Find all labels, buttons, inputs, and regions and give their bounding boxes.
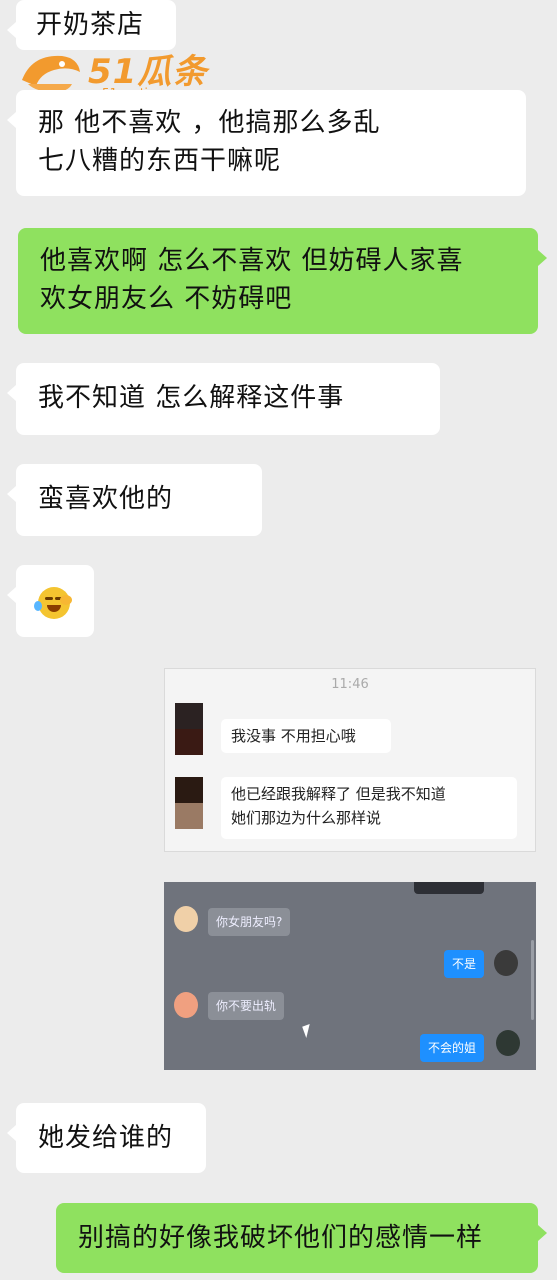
avatar: [175, 703, 203, 755]
avatar: [174, 906, 198, 932]
message-text: 开奶茶店: [36, 10, 145, 40]
status-bar: [414, 882, 484, 894]
message-bubble-3[interactable]: 他喜欢啊 怎么不喜欢 但妨碍人家喜 欢女朋友么 不妨碍吧: [18, 228, 547, 334]
mouse-cursor-icon: [302, 1023, 314, 1039]
message-text-line-2: 欢女朋友么 不妨碍吧: [40, 284, 293, 314]
screenshot-image-chat-2[interactable]: 你女朋友吗? 你不要出轨 不是 不会的姐: [164, 882, 536, 1070]
message-text: 我不知道 怎么解释这件事: [38, 383, 345, 413]
message-bubble-7[interactable]: 她发给谁的: [7, 1103, 206, 1173]
message-bubble-1[interactable]: 开奶茶店: [7, 0, 176, 50]
message-bubble-8[interactable]: 别搞的好像我破坏他们的感情一样: [56, 1203, 547, 1273]
avatar: [496, 1030, 520, 1056]
message-text-line-1: 他喜欢啊 怎么不喜欢 但妨碍人家喜: [40, 246, 464, 276]
message-text: 别搞的好像我破坏他们的感情一样: [78, 1223, 484, 1253]
mini-bubble-2: 他已经跟我解释了 但是我不知道 她们那边为什么那样说: [221, 777, 517, 839]
message-text-line-1: 那 他不喜欢 ，他搞那么多乱: [38, 108, 381, 138]
mini-bubble-1: 我没事 不用担心哦: [221, 719, 391, 753]
scrollbar: [531, 940, 534, 1020]
watermark-icon: [22, 55, 80, 92]
dark-bubble-left-2: 你不要出轨: [208, 992, 285, 1020]
avatar: [174, 992, 198, 1018]
avatar: [494, 950, 518, 976]
screenshot-image-chat-1[interactable]: 11:46 我没事 不用担心哦 他已经跟我解释了 但是我不知道 她们那边为什么那…: [164, 668, 536, 852]
message-text-line-2: 七八糟的东西干嘛呢: [38, 146, 282, 176]
message-text: 她发给谁的: [38, 1123, 174, 1153]
dark-bubble-left-1: 你女朋友吗?: [208, 908, 291, 936]
message-text: 蛮喜欢他的: [38, 484, 174, 514]
message-timestamp: 11:46: [331, 677, 369, 692]
message-bubble-4[interactable]: 我不知道 怎么解释这件事: [7, 363, 440, 435]
facepalm-laugh-emoji-icon: [34, 587, 72, 619]
dark-bubble-right-2: 不会的姐: [420, 1034, 485, 1062]
dark-bubble-right-1: 不是: [444, 950, 485, 978]
message-bubble-5[interactable]: 蛮喜欢他的: [7, 464, 262, 536]
message-bubble-2[interactable]: 那 他不喜欢 ，他搞那么多乱 七八糟的东西干嘛呢: [7, 90, 526, 196]
avatar: [175, 777, 203, 829]
